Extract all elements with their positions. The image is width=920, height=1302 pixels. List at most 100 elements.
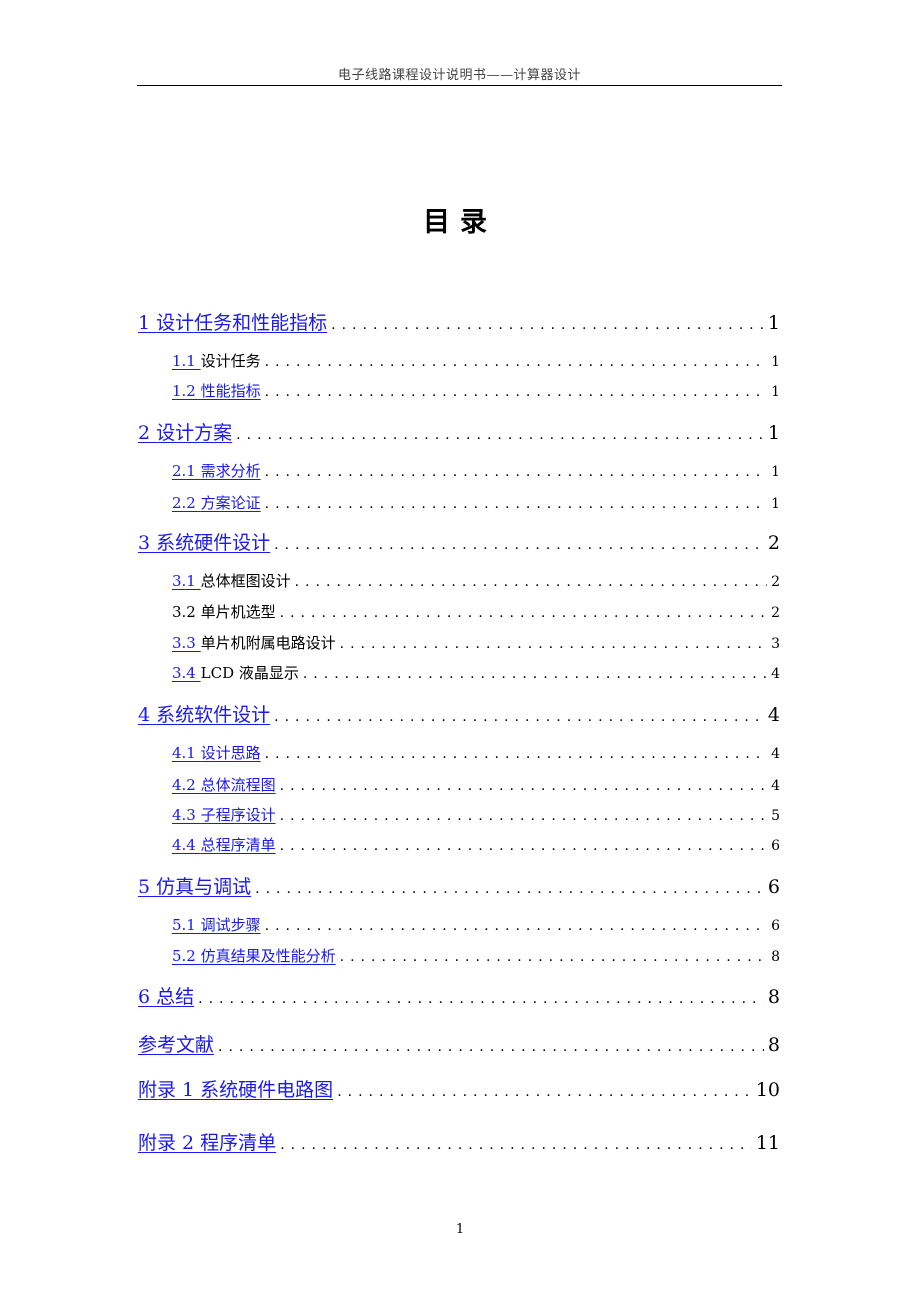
toc-entry[interactable]: 4.1 设计思路 4	[172, 742, 780, 763]
toc-entry[interactable]: 4.2 总体流程图 4	[172, 774, 780, 795]
toc-entry-link[interactable]: 3.3 单片机附属电路设计	[172, 632, 336, 653]
toc-entry[interactable]: 3.3 单片机附属电路设计 3	[172, 632, 780, 653]
toc-entry[interactable]: 1.2 性能指标 1	[172, 380, 780, 401]
toc-entry-title: 系统硬件电路图	[200, 1079, 334, 1101]
dot-leader	[255, 881, 764, 897]
toc-entry-number: 3.2	[172, 603, 201, 621]
toc-entry[interactable]: 4 系统软件设计 4	[138, 700, 780, 727]
toc-entry-title: 性能指标	[200, 382, 261, 400]
toc-entry-number: 6	[138, 986, 157, 1008]
toc-entry-title: LCD 液晶显示	[200, 664, 299, 682]
toc-entry-link[interactable]: 2.1 需求分析	[172, 460, 261, 481]
toc-entry-link[interactable]: 附录 2 程序清单	[138, 1128, 276, 1155]
running-header: 电子线路课程设计说明书——计算器设计	[337, 68, 581, 83]
toc-page-number: 11	[755, 1132, 780, 1154]
toc-entry[interactable]: 附录 1 系统硬件电路图 10	[138, 1075, 780, 1102]
toc-entry-number: 2	[138, 422, 157, 444]
toc-entry[interactable]: 2.1 需求分析 1	[172, 460, 780, 481]
toc-page-number: 4	[771, 778, 780, 794]
toc-page-number: 6	[771, 918, 780, 934]
dot-leader	[198, 991, 764, 1007]
toc-entry-link[interactable]: 6 总结	[138, 982, 194, 1009]
toc-entry-number: 1	[138, 312, 157, 334]
toc-entry-link[interactable]: 4.2 总体流程图	[172, 774, 276, 795]
toc-entry-title: 系统硬件设计	[156, 532, 271, 554]
toc-entry-link[interactable]: 4.3 子程序设计	[172, 804, 276, 825]
toc-entry-link[interactable]: 2 设计方案	[138, 418, 232, 445]
toc-entry[interactable]: 4.4 总程序清单 6	[172, 834, 780, 855]
dot-leader	[265, 746, 767, 762]
toc-entry-link[interactable]: 参考文献	[138, 1030, 214, 1057]
toc-entry-link[interactable]: 5.2 仿真结果及性能分析	[172, 945, 336, 966]
toc-page-number: 5	[771, 808, 780, 824]
toc-entry[interactable]: 3 系统硬件设计 2	[138, 528, 780, 555]
toc-entry-number: 4.1	[172, 744, 201, 762]
toc-entry-title: 总体流程图	[200, 776, 276, 794]
toc-entry[interactable]: 1 设计任务和性能指标1	[138, 308, 780, 335]
dot-leader	[274, 709, 764, 725]
toc-entry-number[interactable]: 3.4	[172, 664, 201, 682]
toc-entry[interactable]: 附录 2 程序清单 11	[138, 1128, 780, 1155]
toc-entry-title: 总体框图设计	[200, 572, 291, 590]
toc-entry[interactable]: 6 总结 8	[138, 982, 780, 1009]
toc-entry[interactable]: 3.4 LCD 液晶显示 4	[172, 662, 780, 683]
toc-entry-link[interactable]: 3 系统硬件设计	[138, 528, 270, 555]
dot-leader	[265, 384, 767, 400]
toc-entry-title: 设计思路	[200, 744, 261, 762]
toc-page-number: 4	[767, 704, 780, 726]
toc-entry-link[interactable]: 1 设计任务和性能指标	[138, 308, 327, 335]
dot-leader	[303, 666, 767, 682]
toc-entry-number: 附录 1	[138, 1079, 201, 1101]
toc-entry[interactable]: 3.2 单片机选型 2	[172, 601, 780, 622]
dot-leader	[295, 574, 767, 590]
toc-entry-link[interactable]: 4.1 设计思路	[172, 742, 261, 763]
toc-entry-number: 4.2	[172, 776, 201, 794]
toc-entry-title: 总结	[156, 986, 195, 1008]
toc-entry-title: 总程序清单	[200, 836, 276, 854]
toc-entry-title: 仿真结果及性能分析	[200, 947, 336, 965]
toc-page-number: 8	[767, 1034, 780, 1056]
toc-entry[interactable]: 2.2 方案论证 1	[172, 492, 780, 513]
toc-entry-link[interactable]: 4.4 总程序清单	[172, 834, 276, 855]
toc-page-number: 2	[771, 605, 780, 621]
toc-entry-title: 设计方案	[156, 422, 233, 444]
dot-leader	[340, 636, 767, 652]
toc-entry-link[interactable]: 2.2 方案论证	[172, 492, 261, 513]
toc-entry-link[interactable]: 5 仿真与调试	[138, 872, 251, 899]
toc-entry-link[interactable]: 1.2 性能指标	[172, 380, 261, 401]
toc-page-number: 6	[767, 876, 780, 898]
toc-entry-link[interactable]: 3.1 总体框图设计	[172, 570, 291, 591]
toc-entry[interactable]: 2 设计方案 1	[138, 418, 780, 445]
toc-entry-number[interactable]: 1.1	[172, 352, 201, 370]
toc-entry-title: 方案论证	[200, 494, 261, 512]
toc-entry[interactable]: 1.1 设计任务 1	[172, 350, 780, 371]
toc-entry-number[interactable]: 3.3	[172, 634, 201, 652]
toc-page-number: 1	[771, 464, 780, 480]
toc-entry-number: 2.1	[172, 462, 201, 480]
toc-entry[interactable]: 5.2 仿真结果及性能分析 8	[172, 945, 780, 966]
toc-page-number: 4	[771, 666, 780, 682]
toc-entry-link[interactable]: 附录 1 系统硬件电路图	[138, 1075, 333, 1102]
toc-entry-link[interactable]: 3.4 LCD 液晶显示	[172, 662, 299, 683]
toc-entry[interactable]: 4.3 子程序设计 5	[172, 804, 780, 825]
toc-entry[interactable]: 5 仿真与调试 6	[138, 872, 780, 899]
toc-entry-link[interactable]: 3.2 单片机选型	[172, 601, 276, 622]
toc-entry-title: 单片机附属电路设计	[200, 634, 336, 652]
toc-entry[interactable]: 5.1 调试步骤 6	[172, 914, 780, 935]
toc-entry-link[interactable]: 1.1 设计任务	[172, 350, 261, 371]
dot-leader	[280, 838, 767, 854]
toc-entry[interactable]: 3.1 总体框图设计 2	[172, 570, 780, 591]
toc-entry-title: 参考文献	[138, 1034, 215, 1056]
toc-entry-link[interactable]: 5.1 调试步骤	[172, 914, 261, 935]
toc-page-number: 6	[771, 838, 780, 854]
dot-leader	[236, 427, 764, 443]
page-number: 1	[455, 1222, 465, 1237]
toc-page-number: 1	[771, 354, 780, 370]
toc-entry-number[interactable]: 3.1	[172, 572, 201, 590]
page-title: 目录	[423, 207, 497, 238]
toc-page-number: 1	[771, 384, 780, 400]
toc-entry-link[interactable]: 4 系统软件设计	[138, 700, 270, 727]
toc-entry[interactable]: 参考文献 8	[138, 1030, 780, 1057]
toc-page-number: 8	[771, 949, 780, 965]
dot-leader	[265, 464, 767, 480]
